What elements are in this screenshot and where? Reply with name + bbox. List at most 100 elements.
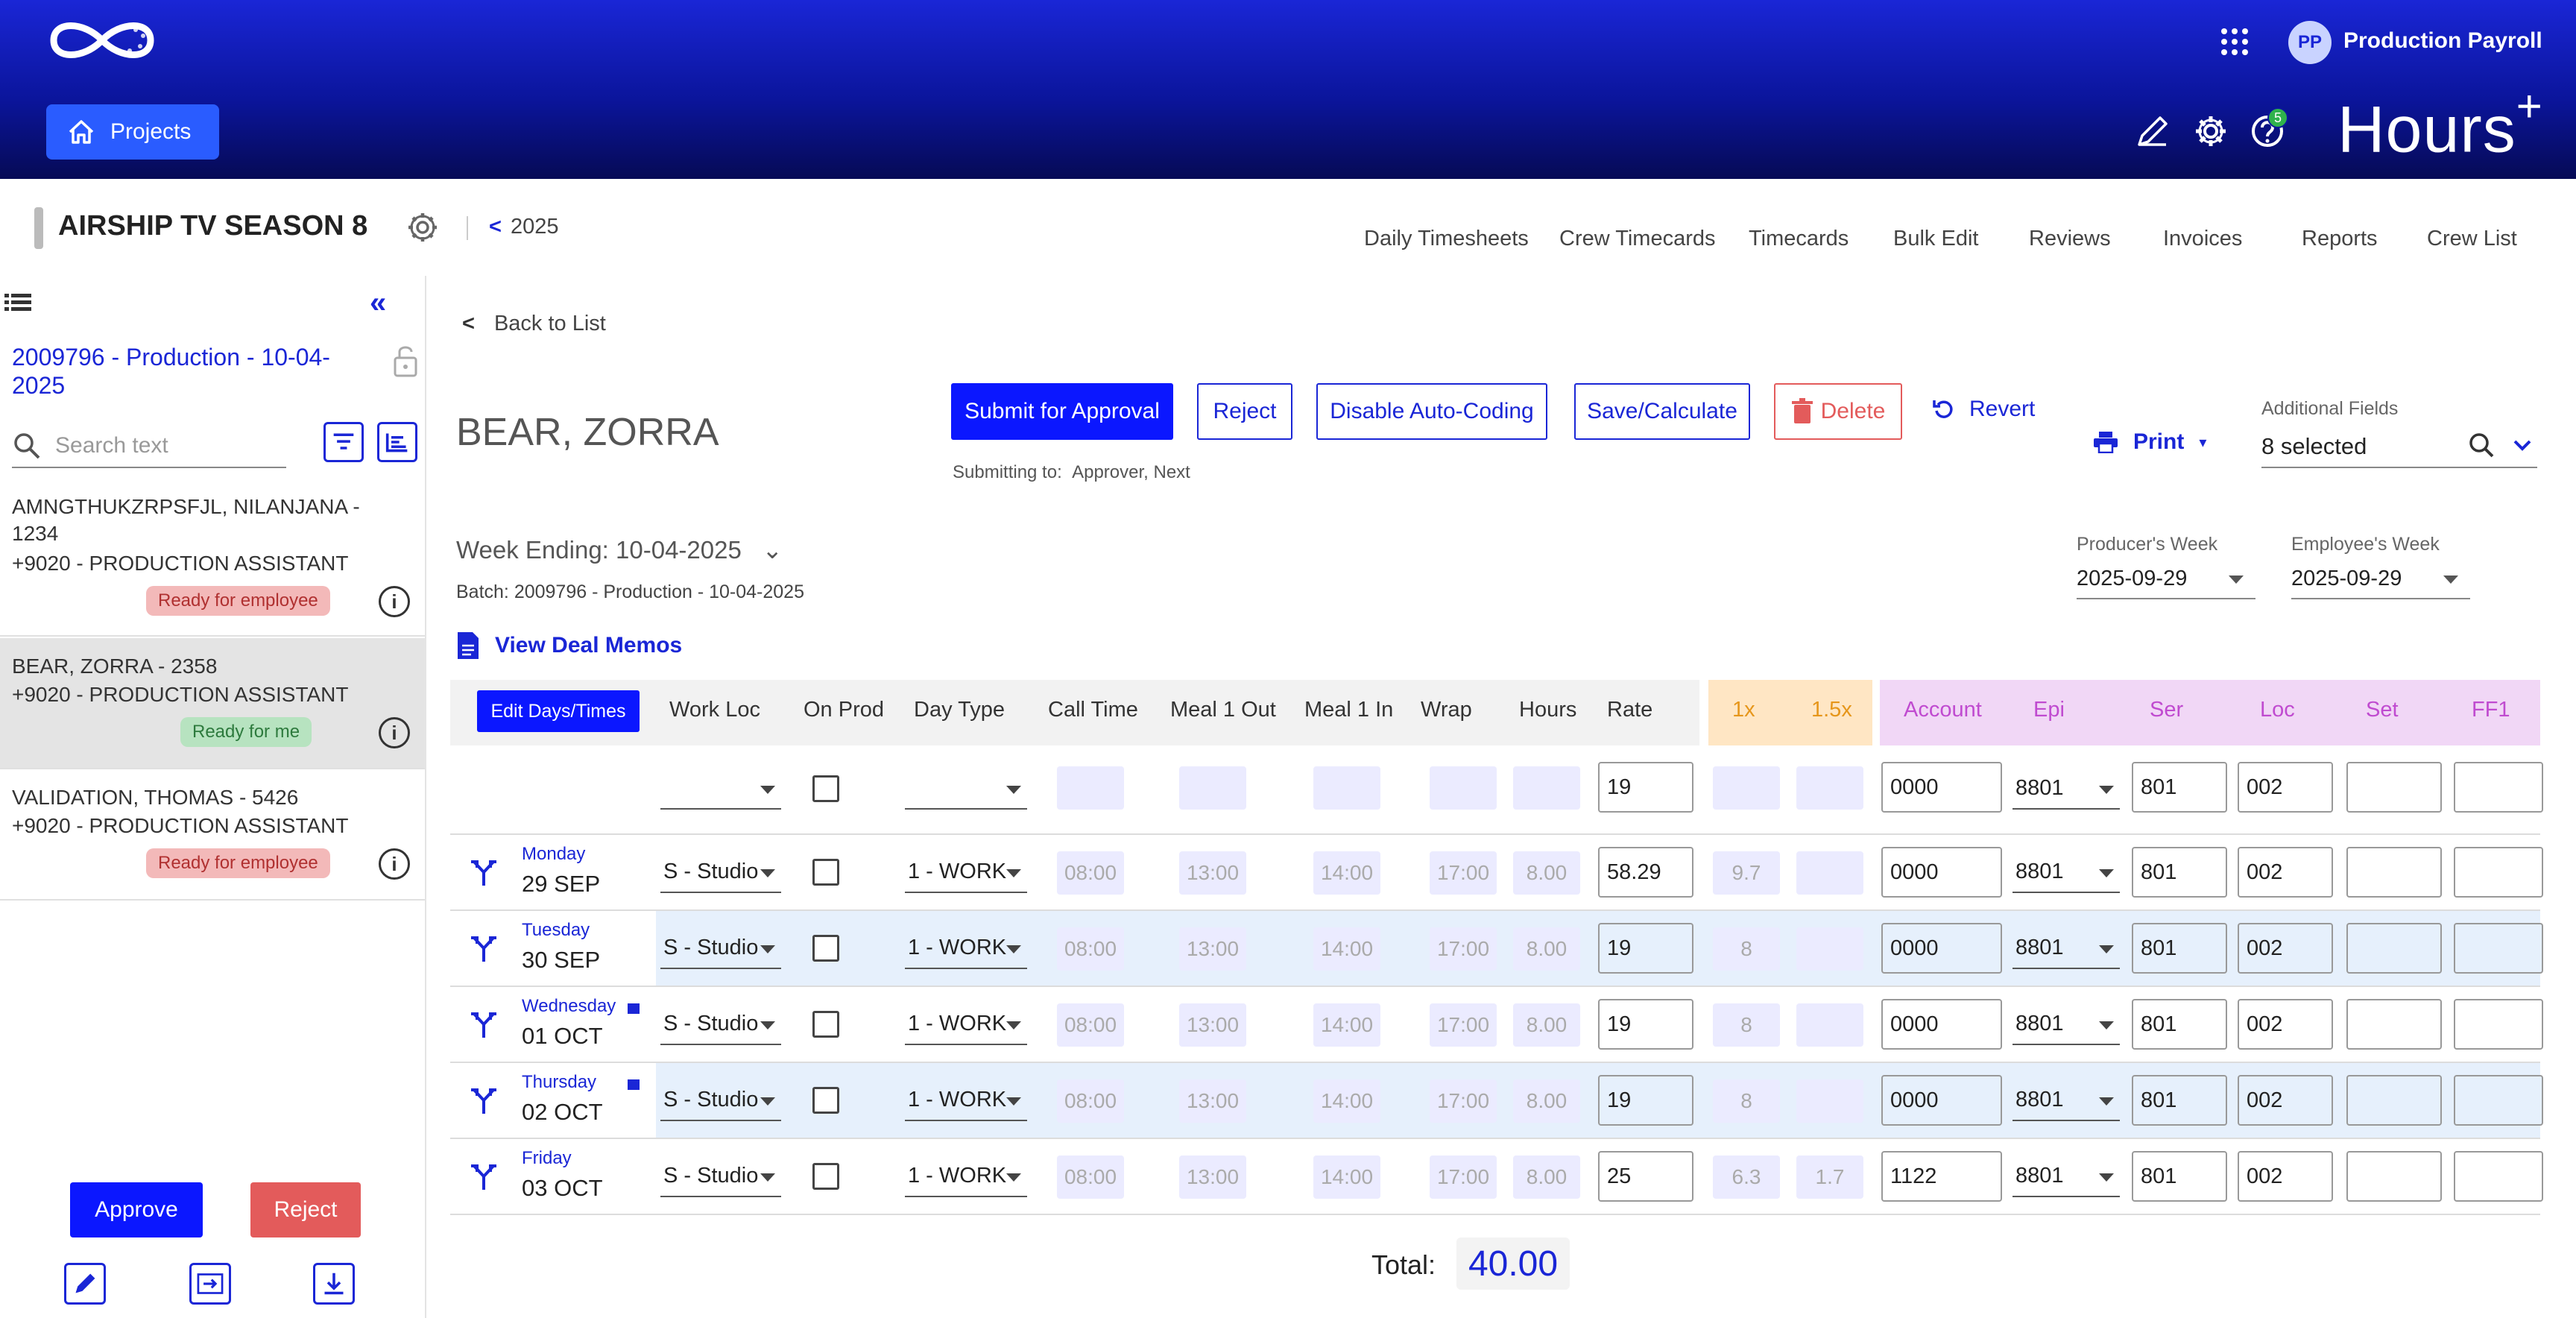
col-set[interactable]: Set — [2366, 698, 2399, 722]
col-ser[interactable]: Ser — [2150, 698, 2183, 722]
list-view-icon[interactable] — [3, 289, 33, 316]
company-logo[interactable] — [46, 13, 158, 67]
default-epi-select[interactable]: 8801 — [2012, 768, 2120, 810]
nav-bulk-edit[interactable]: Bulk Edit — [1893, 227, 1978, 251]
epi-select[interactable]: 8801 — [2012, 1155, 2120, 1197]
default-rate-input[interactable]: 19 — [1598, 762, 1693, 813]
default-ff1-input[interactable] — [2454, 762, 2543, 813]
account-input[interactable]: 1122 — [1881, 1151, 2002, 1202]
col-wrap[interactable]: Wrap — [1421, 698, 1472, 722]
sidebar-search-input[interactable]: Search text — [12, 425, 286, 468]
split-day-icon[interactable] — [467, 930, 501, 965]
col-hours[interactable]: Hours — [1519, 698, 1576, 722]
ser-input[interactable]: 801 — [2132, 923, 2227, 974]
default-ser-input[interactable]: 801 — [2132, 762, 2227, 813]
download-icon[interactable] — [313, 1263, 355, 1305]
employee-list-item[interactable]: AMNGTHUKZRPSFJL, NILANJANA - 1234 +9020 … — [0, 477, 425, 637]
col-ff1[interactable]: FF1 — [2472, 698, 2510, 722]
nav-reports[interactable]: Reports — [2302, 227, 2378, 251]
default-account-input[interactable]: 0000 — [1881, 762, 2002, 813]
save-calculate-button[interactable]: Save/Calculate — [1574, 383, 1750, 440]
default-on-prod-checkbox[interactable] — [812, 775, 839, 802]
info-icon[interactable]: i — [379, 848, 410, 880]
edit-icon[interactable] — [64, 1263, 106, 1305]
col-work-loc[interactable]: Work Loc — [669, 698, 760, 722]
col-on-prod[interactable]: On Prod — [804, 698, 884, 722]
sidebar-batch-title[interactable]: 2009796 - Production - 10-04-2025 — [12, 343, 370, 400]
work-loc-select[interactable]: S - Studio — [660, 1003, 781, 1045]
day-type-select[interactable]: 1 - WORK — [905, 1079, 1027, 1121]
producers-week-select[interactable]: 2025-09-29 — [2077, 559, 2255, 599]
loc-input[interactable]: 002 — [2238, 999, 2333, 1050]
lock-icon[interactable] — [391, 343, 420, 379]
col-meal1-out[interactable]: Meal 1 Out — [1170, 698, 1276, 722]
day-type-select[interactable]: 1 - WORK — [905, 851, 1027, 893]
comment-icon[interactable] — [628, 1003, 640, 1014]
loc-input[interactable]: 002 — [2238, 1151, 2333, 1202]
set-input[interactable] — [2346, 1075, 2442, 1126]
default-set-input[interactable] — [2346, 762, 2442, 813]
split-day-icon[interactable] — [467, 1158, 501, 1193]
collapse-sidebar-icon[interactable]: « — [370, 286, 386, 320]
col-1-5x[interactable]: 1.5x — [1811, 698, 1852, 722]
project-settings-gear-icon[interactable] — [405, 210, 440, 245]
account-input[interactable]: 0000 — [1881, 923, 2002, 974]
account-input[interactable]: 0000 — [1881, 999, 2002, 1050]
col-1x[interactable]: 1x — [1732, 698, 1755, 722]
on-prod-checkbox[interactable] — [812, 935, 839, 962]
search-icon[interactable] — [2467, 431, 2534, 461]
nav-daily-timesheets[interactable]: Daily Timesheets — [1364, 227, 1529, 251]
employees-week-select[interactable]: 2025-09-29 — [2291, 559, 2470, 599]
ff1-input[interactable] — [2454, 923, 2543, 974]
split-day-icon[interactable] — [467, 1082, 501, 1117]
work-loc-select[interactable]: S - Studio — [660, 1079, 781, 1121]
set-input[interactable] — [2346, 847, 2442, 898]
on-prod-checkbox[interactable] — [812, 1087, 839, 1114]
reject-timecard-button[interactable]: Reject — [1197, 383, 1292, 440]
ser-input[interactable]: 801 — [2132, 1075, 2227, 1126]
edit-days-times-button[interactable]: Edit Days/Times — [477, 690, 640, 732]
ser-input[interactable]: 801 — [2132, 999, 2227, 1050]
filter-icon[interactable] — [323, 422, 364, 462]
epi-select[interactable]: 8801 — [2012, 1003, 2120, 1045]
week-ending-selector[interactable]: Week Ending: 10-04-2025 ⌄ — [456, 535, 783, 564]
loc-input[interactable]: 002 — [2238, 847, 2333, 898]
day-type-select[interactable]: 1 - WORK — [905, 1155, 1027, 1197]
user-avatar[interactable]: PP — [2288, 21, 2332, 64]
ser-input[interactable]: 801 — [2132, 847, 2227, 898]
set-input[interactable] — [2346, 923, 2442, 974]
col-meal1-in[interactable]: Meal 1 In — [1304, 698, 1393, 722]
ser-input[interactable]: 801 — [2132, 1151, 2227, 1202]
rate-input[interactable]: 19 — [1598, 923, 1693, 974]
default-loc-input[interactable]: 002 — [2238, 762, 2333, 813]
sort-icon[interactable] — [377, 422, 417, 462]
submit-for-approval-button[interactable]: Submit for Approval — [951, 383, 1173, 440]
col-rate[interactable]: Rate — [1607, 698, 1652, 722]
account-input[interactable]: 0000 — [1881, 1075, 2002, 1126]
loc-input[interactable]: 002 — [2238, 1075, 2333, 1126]
employee-list-item[interactable]: BEAR, ZORRA - 2358 +9020 - PRODUCTION AS… — [0, 638, 425, 769]
col-epi[interactable]: Epi — [2033, 698, 2065, 722]
back-to-list-link[interactable]: < Back to List — [462, 312, 606, 336]
epi-select[interactable]: 8801 — [2012, 1079, 2120, 1121]
loc-input[interactable]: 002 — [2238, 923, 2333, 974]
set-input[interactable] — [2346, 999, 2442, 1050]
epi-select[interactable]: 8801 — [2012, 851, 2120, 893]
default-work-loc-select[interactable] — [660, 768, 781, 810]
comment-icon[interactable] — [628, 1079, 640, 1090]
apps-grid-icon[interactable] — [2220, 27, 2250, 57]
on-prod-checkbox[interactable] — [812, 1163, 839, 1190]
split-day-icon[interactable] — [467, 854, 501, 889]
day-type-select[interactable]: 1 - WORK — [905, 927, 1027, 969]
ff1-input[interactable] — [2454, 999, 2543, 1050]
col-account[interactable]: Account — [1904, 698, 1982, 722]
view-deal-memos-link[interactable]: View Deal Memos — [456, 631, 682, 660]
work-loc-select[interactable]: S - Studio — [660, 851, 781, 893]
account-input[interactable]: 0000 — [1881, 847, 2002, 898]
year-selector[interactable]: <2025 — [489, 215, 558, 239]
ff1-input[interactable] — [2454, 1075, 2543, 1126]
user-name[interactable]: Production Payroll — [2343, 28, 2542, 54]
rate-input[interactable]: 25 — [1598, 1151, 1693, 1202]
set-input[interactable] — [2346, 1151, 2442, 1202]
split-day-icon[interactable] — [467, 1006, 501, 1041]
